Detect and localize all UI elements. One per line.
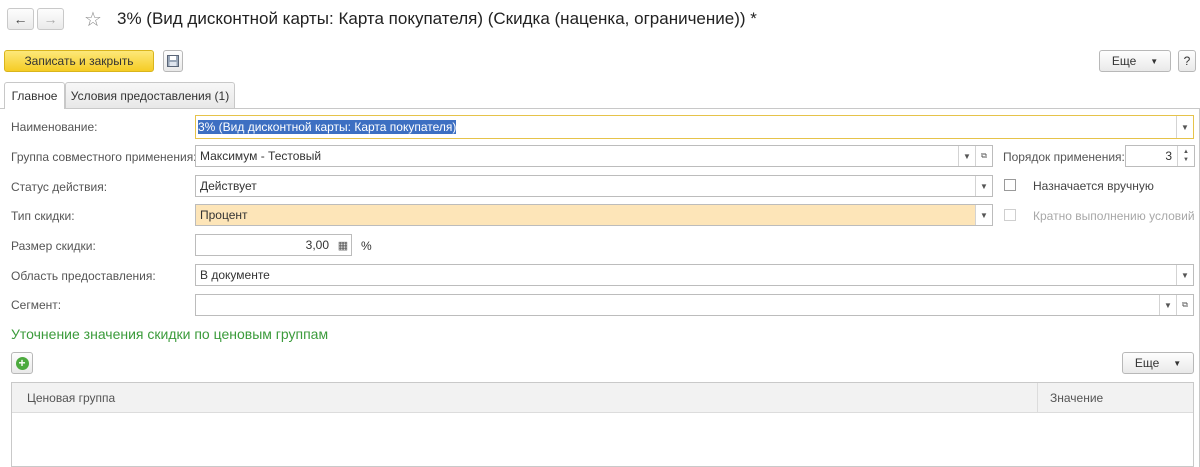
favorite-star-icon[interactable]: ☆ [84, 7, 102, 32]
add-row-button[interactable]: + [11, 352, 33, 374]
column-header-value[interactable]: Значение [1050, 391, 1103, 405]
segment-input[interactable]: ▼ ⧉ [195, 294, 1194, 316]
type-select[interactable]: Процент ▼ [195, 204, 993, 226]
help-button[interactable]: ? [1178, 50, 1196, 72]
status-value: Действует [200, 179, 257, 193]
tab-conditions[interactable]: Условия предоставления (1) [65, 82, 235, 109]
size-input[interactable]: 3,00 ▦ [195, 234, 352, 256]
open-form-icon[interactable]: ⧉ [1176, 295, 1193, 315]
chevron-down-icon[interactable]: ▼ [1159, 295, 1176, 315]
chevron-down-icon[interactable]: ▼ [1176, 265, 1193, 285]
column-divider [1037, 383, 1038, 412]
multiple-checkbox[interactable] [1004, 209, 1016, 221]
forward-button[interactable]: → [37, 8, 64, 30]
section-more-button[interactable]: Еще ▼ [1122, 352, 1194, 374]
status-select[interactable]: Действует ▼ [195, 175, 993, 197]
calculator-icon[interactable]: ▦ [335, 235, 351, 255]
size-label: Размер скидки: [11, 239, 96, 253]
chevron-down-icon: ▼ [1150, 56, 1159, 66]
area-select[interactable]: В документе ▼ [195, 264, 1194, 286]
tab-divider [0, 108, 1200, 109]
chevron-down-icon[interactable]: ▼ [975, 205, 992, 225]
name-input[interactable]: 3% (Вид дисконтной карты: Карта покупате… [195, 115, 1194, 139]
tab-main[interactable]: Главное [4, 82, 65, 109]
multiple-label: Кратно выполнению условий [1033, 209, 1195, 223]
column-header-price-group[interactable]: Ценовая группа [27, 391, 115, 405]
tab-main-label: Главное [11, 89, 58, 103]
chevron-down-icon[interactable]: ▼ [958, 146, 975, 166]
status-label: Статус действия: [11, 180, 108, 194]
save-button[interactable] [163, 50, 183, 72]
add-circle-icon: + [15, 356, 29, 370]
spin-updown-icon[interactable]: ▲ ▼ [1177, 146, 1194, 166]
order-value: 3 [1165, 149, 1172, 163]
group-label: Группа совместного применения: [11, 150, 197, 164]
name-label: Наименование: [11, 120, 98, 134]
save-and-close-button[interactable]: Записать и закрыть [4, 50, 154, 72]
group-input[interactable]: Максимум - Тестовый ▼ ⧉ [195, 145, 993, 167]
tab-conditions-label: Условия предоставления (1) [70, 89, 230, 103]
chevron-down-icon[interactable]: ▼ [975, 176, 992, 196]
window-title: 3% (Вид дисконтной карты: Карта покупате… [117, 9, 757, 28]
chevron-down-icon[interactable]: ▼ [1176, 116, 1193, 138]
price-group-table[interactable]: Ценовая группа Значение [11, 382, 1194, 467]
size-unit: % [361, 239, 372, 253]
table-header: Ценовая группа Значение [12, 383, 1193, 413]
manual-checkbox[interactable] [1004, 179, 1016, 191]
more-menu-button[interactable]: Еще ▼ [1099, 50, 1171, 72]
size-value: 3,00 [305, 238, 329, 252]
manual-label: Назначается вручную [1033, 179, 1154, 193]
group-value: Максимум - Тестовый [200, 149, 322, 163]
name-value: 3% (Вид дисконтной карты: Карта покупате… [198, 120, 457, 134]
floppy-disk-icon [167, 55, 179, 67]
chevron-down-icon: ▼ [1173, 358, 1182, 368]
more-label: Еще [1111, 54, 1137, 68]
area-label: Область предоставления: [11, 269, 156, 283]
segment-label: Сегмент: [11, 298, 62, 312]
order-input[interactable]: 3 ▲ ▼ [1125, 145, 1195, 167]
order-label: Порядок применения: [1003, 150, 1125, 164]
area-value: В документе [200, 268, 270, 282]
section-more-label: Еще [1134, 356, 1160, 370]
open-form-icon[interactable]: ⧉ [975, 146, 992, 166]
type-value: Процент [200, 208, 248, 222]
type-label: Тип скидки: [11, 209, 75, 223]
section-title: Уточнение значения скидки по ценовым гру… [11, 326, 329, 342]
back-button[interactable]: ← [7, 8, 34, 30]
arrow-right-icon: → [43, 11, 58, 27]
arrow-left-icon: ← [13, 11, 28, 27]
